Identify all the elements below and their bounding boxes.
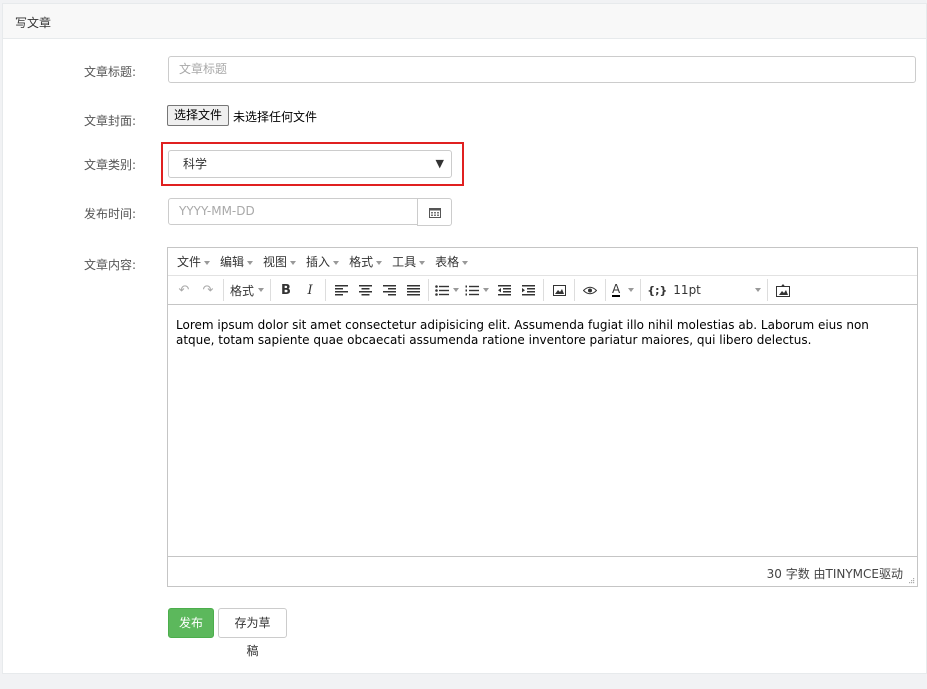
editor-menubar: 文件 编辑 视图 插入 格式 工具 表格 [168,248,917,276]
bold-icon[interactable]: B [274,279,298,301]
cover-label: 文章封面: [84,114,137,128]
save-draft-button[interactable]: 存为草稿 [218,608,287,658]
menu-insert[interactable]: 插入 [301,253,344,270]
menu-table[interactable]: 表格 [430,253,473,270]
panel-title: 写文章 [3,4,926,39]
redo-icon[interactable]: ↷ [196,279,220,301]
editor-statusbar: 30 字数 由TINYMCE驱动 [168,556,917,586]
fontsize-dropdown[interactable]: 11pt [670,279,764,301]
category-select[interactable]: 科学 ▼ [168,150,452,178]
code-sample-icon[interactable]: {;} [644,279,670,301]
category-selected-value: 科学 [183,157,208,171]
word-count-status: 30 字数 由TINYMCE驱动 [766,567,903,581]
resize-handle-icon[interactable] [907,576,915,584]
italic-icon[interactable]: I [298,279,322,301]
dropdown-arrow-icon: ▼ [435,157,444,170]
title-input[interactable]: 文章标题 [168,56,916,83]
outdent-icon[interactable] [492,279,516,301]
date-label: 发布时间: [84,207,137,221]
preview-eye-icon[interactable] [578,279,602,301]
upload-image-icon[interactable] [771,279,795,301]
menu-file[interactable]: 文件 [172,253,215,270]
title-label: 文章标题: [84,65,137,79]
editor-content[interactable]: Lorem ipsum dolor sit amet consectetur a… [176,318,909,348]
bullet-list-icon[interactable] [432,279,462,301]
choose-file-button[interactable]: 选择文件 [167,105,230,126]
align-left-icon[interactable] [329,279,353,301]
rich-text-editor: 文件 编辑 视图 插入 格式 工具 表格 ↶ ↷ 格式 B I A {;} 11… [167,247,918,587]
menu-view[interactable]: 视图 [258,253,301,270]
calendar-icon [428,207,441,218]
category-label: 文章类别: [84,158,137,172]
content-label: 文章内容: [84,258,137,272]
menu-edit[interactable]: 编辑 [215,253,258,270]
numbered-list-icon[interactable] [462,279,492,301]
calendar-button[interactable] [417,198,452,226]
text-color-icon[interactable]: A [609,279,637,301]
publish-button[interactable]: 发布 [168,608,214,638]
format-dropdown[interactable]: 格式 [227,279,267,301]
align-right-icon[interactable] [377,279,401,301]
date-input[interactable]: YYYY-MM-DD [168,198,418,225]
align-center-icon[interactable] [353,279,377,301]
undo-icon[interactable]: ↶ [172,279,196,301]
editor-toolbar: ↶ ↷ 格式 B I A {;} 11pt [168,276,917,305]
file-status: 未选择任何文件 [233,110,318,124]
menu-format[interactable]: 格式 [344,253,387,270]
insert-image-icon[interactable] [547,279,571,301]
category-highlight-box: 科学 ▼ [161,142,464,186]
menu-tools[interactable]: 工具 [387,253,430,270]
indent-icon[interactable] [516,279,540,301]
align-justify-icon[interactable] [401,279,425,301]
